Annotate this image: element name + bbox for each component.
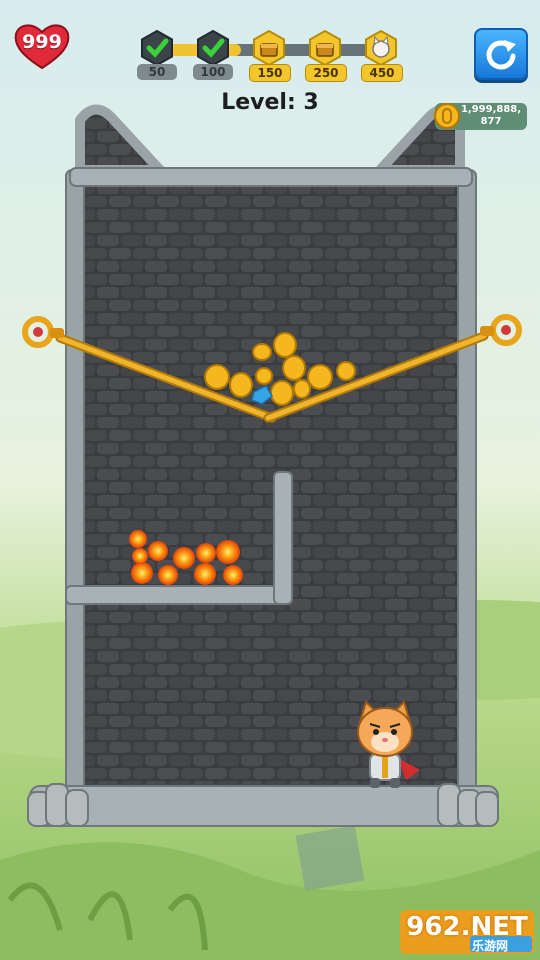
- milestone-150: 150: [249, 30, 291, 84]
- cat-icon: [365, 30, 397, 66]
- milestone-250: 250: [305, 30, 347, 84]
- lava: [129, 530, 243, 585]
- chest-icon: [309, 30, 341, 66]
- watermark-sub: 乐游网: [472, 939, 509, 953]
- milestone-value: 250: [305, 64, 347, 82]
- coin-balance-value: 1,999,888, 877: [460, 104, 522, 127]
- restart-icon: [486, 40, 516, 70]
- milestone-100: 100: [193, 30, 233, 84]
- coin-icon: [434, 103, 460, 129]
- check-icon: [141, 30, 173, 66]
- watermark-main: 962.NET: [406, 912, 528, 942]
- cat-knight: [357, 700, 420, 788]
- milestone-50: 50: [137, 30, 177, 84]
- milestone-value: 100: [193, 64, 233, 80]
- milestone-450: 450: [361, 30, 403, 84]
- lives-counter: 999: [12, 22, 72, 70]
- milestone-value: 50: [137, 64, 177, 80]
- milestone-value: 150: [249, 64, 291, 82]
- restart-button[interactable]: [474, 28, 528, 80]
- check-icon: [197, 30, 229, 66]
- chest-icon: [253, 30, 285, 66]
- lives-value: 999: [22, 31, 62, 53]
- milestone-value: 450: [361, 64, 403, 82]
